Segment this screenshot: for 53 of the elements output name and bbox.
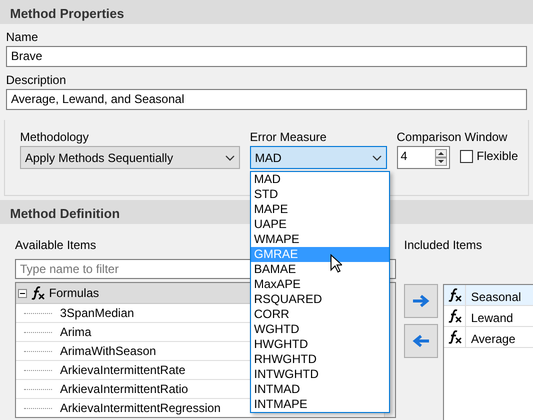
arrow-left-icon [412, 334, 430, 348]
dropdown-option[interactable]: RSQUARED [251, 292, 389, 307]
dropdown-option[interactable]: WMAPE [251, 232, 389, 247]
methodology-dropdown[interactable]: Apply Methods Sequentially [20, 146, 240, 169]
dropdown-option[interactable]: CORR [251, 307, 389, 322]
included-row[interactable]: Seasonal [444, 285, 533, 306]
dropdown-option[interactable]: INTMAD [251, 382, 389, 397]
tree-item[interactable]: ArkievaIntermittentRate [60, 361, 186, 379]
dropdown-option[interactable]: BAMAE [251, 262, 389, 277]
dropdown-option[interactable]: STD [251, 187, 389, 202]
flexible-checkbox[interactable]: Flexible [460, 147, 518, 165]
field-label: Methodology [20, 130, 89, 144]
comparison-window-spinner[interactable]: 4 [396, 146, 450, 169]
dropdown-option[interactable]: MAPE [251, 202, 389, 217]
tree-item[interactable]: ArkievaIntermittentRatio [60, 380, 188, 398]
name-field[interactable]: Brave [6, 46, 527, 67]
table-cell-text: Average [470, 331, 516, 347]
tree-item[interactable]: Formulas [49, 284, 100, 302]
tree-item[interactable]: ArimaWithSeason [60, 342, 156, 360]
tree-item[interactable]: 3SpanMedian [60, 304, 134, 322]
mouse-pointer-icon [330, 254, 342, 273]
field-label: Available Items [15, 238, 96, 252]
function-icon [448, 330, 462, 344]
function-icon [31, 286, 45, 300]
error-measure-dropdown[interactable]: MAD [250, 146, 387, 169]
description-field[interactable]: Average, Lewand, and Seasonal [6, 89, 527, 110]
field-label: Name [6, 30, 38, 44]
table-cell-text: Seasonal [470, 289, 522, 305]
dropdown-option[interactable]: INTMAPE [251, 397, 389, 412]
field-label: Error Measure [250, 130, 327, 144]
tree-item[interactable]: ArkievaIntermittentRegression [60, 399, 221, 417]
dropdown-option[interactable]: HWGHTD [251, 337, 389, 352]
included-row[interactable]: Lewand [444, 306, 533, 327]
table-cell-text: Lewand [470, 310, 514, 326]
field-label: Description [6, 73, 66, 87]
dropdown-option[interactable]: RHWGHTD [251, 352, 389, 367]
dropdown-option[interactable]: WGHTD [251, 322, 389, 337]
dropdown-option[interactable]: INTWGHTD [251, 367, 389, 382]
function-icon [448, 288, 462, 302]
dropdown-option[interactable]: MAD [251, 172, 389, 187]
field-label: Included Items [404, 238, 482, 252]
chevron-down-icon [224, 154, 235, 160]
collapse-icon[interactable] [18, 288, 27, 298]
add-button[interactable] [404, 284, 438, 318]
function-icon [448, 309, 462, 323]
field-label: Comparison Window [396, 130, 508, 144]
arrow-right-icon [412, 294, 430, 308]
dropdown-option[interactable]: MaxAPE [251, 277, 389, 292]
chevron-down-icon [372, 154, 382, 160]
included-row[interactable]: Average [444, 327, 533, 348]
section-header: Method Properties [0, 0, 533, 24]
tree-item[interactable]: Arima [60, 323, 92, 341]
remove-button[interactable] [404, 324, 438, 358]
